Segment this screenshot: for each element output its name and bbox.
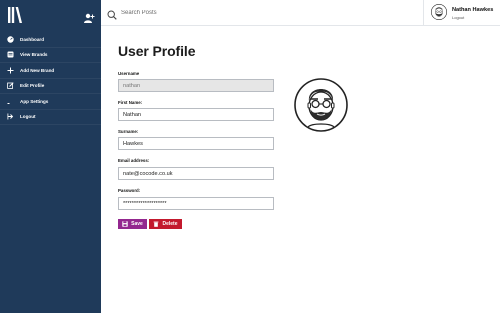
sidebar-item-label: Logout xyxy=(20,114,36,120)
logout-link[interactable]: Logout xyxy=(452,15,464,20)
search-icon[interactable] xyxy=(107,7,117,20)
page-title: User Profile xyxy=(118,43,196,59)
surname-field[interactable] xyxy=(118,137,274,150)
password-label: Password: xyxy=(118,188,141,193)
username-label: Username xyxy=(118,71,140,76)
sidebar-item-add-new-brand[interactable]: Add New Brand xyxy=(0,63,101,79)
delete-label: Delete xyxy=(162,221,178,227)
user-name: Nathan Hawkes xyxy=(452,7,494,13)
avatar[interactable] xyxy=(431,4,447,20)
search-input[interactable] xyxy=(121,6,321,19)
email-field[interactable] xyxy=(118,167,274,180)
sidebar-item-edit-profile[interactable]: Edit Profile xyxy=(0,79,101,94)
profile-avatar xyxy=(294,78,348,132)
surname-label: Surname: xyxy=(118,129,139,134)
sidebar-item-label: App Settings xyxy=(20,98,49,104)
add-user-icon[interactable] xyxy=(84,11,95,23)
username-field xyxy=(118,79,274,92)
user-menu[interactable]: Nathan Hawkes Logout xyxy=(423,0,500,26)
sidebar-item-logout[interactable]: Logout xyxy=(0,110,101,125)
email-label: Email address: xyxy=(118,158,150,163)
brand-logo-icon[interactable] xyxy=(8,7,22,23)
save-icon xyxy=(122,221,128,227)
sidebar-nav: Dashboard View Brands Add New Brand Edit… xyxy=(0,32,101,125)
sidebar-item-app-settings[interactable]: App Settings xyxy=(0,94,101,110)
password-field[interactable] xyxy=(118,197,274,210)
top-bar: Nathan Hawkes Logout xyxy=(101,0,500,26)
logout-icon xyxy=(7,113,14,120)
sidebar: Dashboard View Brands Add New Brand Edit… xyxy=(0,0,101,313)
settings-icon xyxy=(7,98,14,105)
delete-button[interactable]: Delete xyxy=(149,219,182,229)
dashboard-icon xyxy=(7,36,14,43)
sidebar-item-label: Add New Brand xyxy=(20,67,55,73)
edit-icon xyxy=(7,82,14,90)
first-name-label: First Name: xyxy=(118,100,143,105)
sidebar-item-label: Edit Profile xyxy=(20,83,45,89)
sidebar-item-label: Dashboard xyxy=(20,36,44,42)
list-icon xyxy=(7,51,14,58)
save-label: Save xyxy=(131,221,143,227)
trash-icon xyxy=(153,221,159,227)
sidebar-item-label: View Brands xyxy=(20,52,48,58)
save-button[interactable]: Save xyxy=(118,219,147,229)
plus-icon xyxy=(7,67,14,74)
sidebar-item-dashboard[interactable]: Dashboard xyxy=(0,32,101,48)
first-name-field[interactable] xyxy=(118,108,274,121)
sidebar-item-view-brands[interactable]: View Brands xyxy=(0,48,101,63)
